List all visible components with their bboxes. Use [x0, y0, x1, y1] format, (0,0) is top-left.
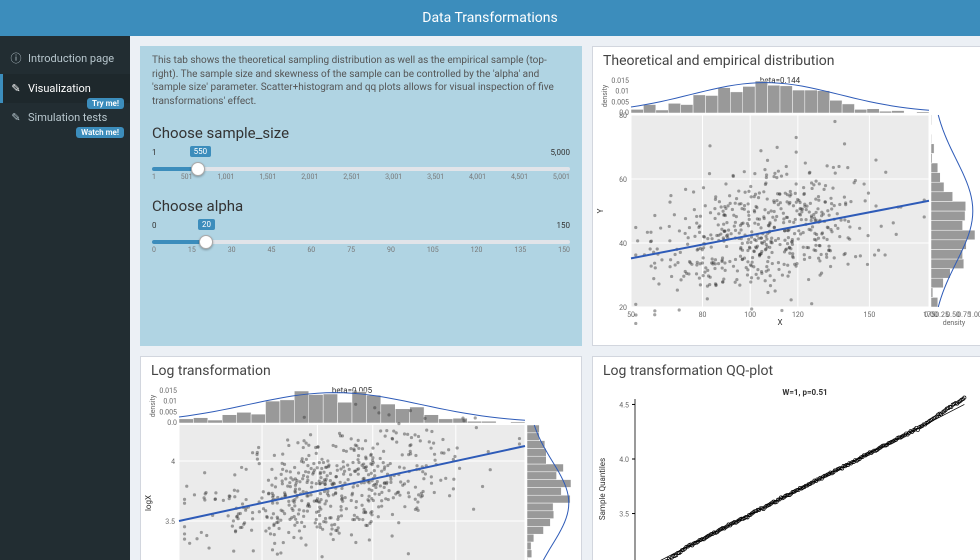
slider-thumb[interactable]: [199, 235, 213, 249]
alpha-label: Choose alpha: [152, 197, 570, 215]
svg-text:4: 4: [171, 458, 175, 466]
svg-text:0.015: 0.015: [159, 387, 177, 395]
chart-title: Log transformation QQ-plot: [593, 357, 980, 381]
svg-text:120: 120: [792, 311, 804, 319]
sidebar-item-label: Simulation tests: [28, 111, 107, 124]
svg-text:150: 150: [863, 311, 875, 319]
svg-text:X: X: [777, 318, 782, 327]
svg-text:density: density: [943, 319, 966, 327]
info-icon: ⓘ: [10, 50, 22, 66]
svg-text:60: 60: [619, 176, 627, 184]
svg-text:W=1, p=0.51: W=1, p=0.51: [782, 388, 827, 397]
topbar: Data Transformations: [0, 0, 980, 36]
app-title: Data Transformations: [422, 10, 558, 26]
svg-text:0.01: 0.01: [163, 398, 177, 406]
svg-text:100: 100: [744, 311, 756, 319]
scatter-hist-chart: 508010012015017520406080XYbeta=0.144dens…: [593, 71, 980, 329]
sidebar-item-label: Introduction page: [28, 52, 114, 65]
svg-text:logX: logX: [144, 495, 153, 511]
log-chart-panel: Log transformation 508010012015017533.54…: [140, 356, 582, 560]
svg-text:density: density: [601, 84, 609, 107]
chart-title: Log transformation: [141, 357, 581, 381]
slider-max: 150: [557, 221, 571, 230]
description-text: This tab shows the theoretical sampling …: [152, 54, 570, 108]
svg-text:80: 80: [699, 311, 707, 319]
svg-text:1.00: 1.00: [968, 311, 980, 319]
slider-min: 1: [152, 148, 157, 157]
scatter-hist-chart: 508010012015017533.54XlogXbeta=0.005dens…: [141, 381, 581, 560]
slider-ticks: 15011,0011,5012,0012,5013,0013,5014,0014…: [152, 173, 570, 181]
sidebar: ⓘ Introduction page ✎ Visualization Try …: [0, 36, 130, 560]
svg-text:Y: Y: [596, 208, 605, 213]
svg-text:0.01: 0.01: [615, 88, 629, 96]
slider-value-bubble: 550: [190, 146, 212, 157]
sidebar-item-simulation[interactable]: ✎ Simulation tests Watch me!: [0, 103, 130, 132]
sample-size-slider[interactable]: 1 5,000 550 15011,0011,5012,0012,5013,00…: [152, 148, 570, 181]
theoretical-chart-panel: Theoretical and empirical distribution 5…: [592, 46, 980, 346]
slider-value-bubble: 20: [198, 219, 215, 230]
svg-text:4.5: 4.5: [619, 401, 629, 409]
slider-thumb[interactable]: [191, 162, 205, 176]
svg-text:4.0: 4.0: [619, 456, 629, 464]
watch-me-badge: Watch me!: [76, 127, 124, 138]
svg-text:40: 40: [619, 240, 627, 248]
slider-max: 5,000: [550, 148, 570, 157]
svg-text:0.005: 0.005: [611, 98, 629, 106]
slider-track[interactable]: [152, 167, 570, 171]
edit-icon: ✎: [10, 82, 22, 95]
alpha-slider[interactable]: 0 150 20 0153045607590105120135150: [152, 221, 570, 254]
slider-min: 0: [152, 221, 157, 230]
slider-track[interactable]: [152, 240, 570, 244]
sidebar-item-visualization[interactable]: ✎ Visualization Try me!: [0, 74, 130, 103]
qq-chart-panel: Log transformation QQ-plot -3-2-101233.0…: [592, 356, 980, 560]
svg-text:0.0: 0.0: [619, 109, 629, 117]
svg-text:3.5: 3.5: [619, 511, 629, 519]
svg-text:0.005: 0.005: [159, 408, 177, 416]
controls-panel: This tab shows the theoretical sampling …: [140, 46, 582, 346]
qq-plot: -3-2-101233.03.54.04.5Theoretical Quanti…: [593, 381, 980, 560]
sidebar-item-label: Visualization: [28, 82, 91, 95]
svg-text:50: 50: [627, 311, 635, 319]
sidebar-item-intro[interactable]: ⓘ Introduction page: [0, 42, 130, 74]
svg-text:20: 20: [619, 304, 627, 312]
svg-text:density: density: [149, 394, 157, 417]
svg-text:3.5: 3.5: [165, 518, 175, 526]
svg-text:Sample Quantiles: Sample Quantiles: [598, 458, 607, 520]
slider-ticks: 0153045607590105120135150: [152, 246, 570, 254]
chart-title: Theoretical and empirical distribution: [593, 47, 980, 71]
svg-text:0.0: 0.0: [167, 419, 177, 427]
sample-size-label: Choose sample_size: [152, 124, 570, 142]
svg-text:0.015: 0.015: [611, 77, 629, 85]
edit-icon: ✎: [10, 111, 22, 124]
